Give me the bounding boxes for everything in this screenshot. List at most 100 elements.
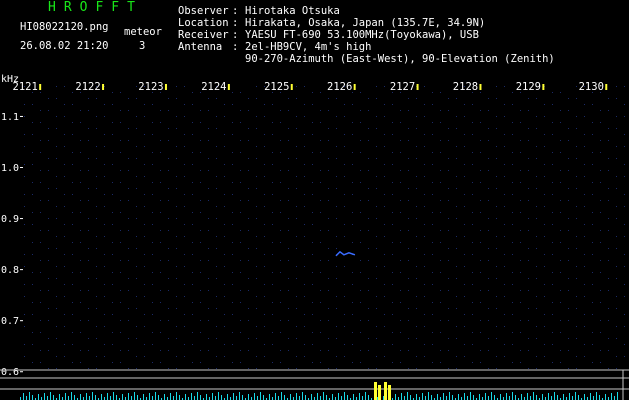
noise-spike <box>32 395 33 400</box>
noise-dot <box>448 110 449 111</box>
noise-dot <box>552 362 553 363</box>
noise-spike <box>173 396 174 400</box>
noise-dot <box>56 326 57 327</box>
noise-dot <box>584 206 585 207</box>
noise-dot <box>408 158 409 159</box>
noise-dot <box>264 236 265 237</box>
noise-dot <box>144 344 145 345</box>
noise-dot <box>144 254 145 255</box>
noise-dot <box>384 344 385 345</box>
noise-dot <box>608 200 609 201</box>
noise-dot <box>544 134 545 135</box>
noise-dot <box>184 176 185 177</box>
noise-spike <box>191 393 192 400</box>
noise-dot <box>536 326 537 327</box>
noise-dot <box>552 194 553 195</box>
noise-dot <box>496 188 497 189</box>
noise-dot <box>72 122 73 123</box>
noise-dot <box>504 254 505 255</box>
noise-spike <box>128 393 129 400</box>
noise-spike <box>383 396 384 400</box>
noise-dot <box>168 128 169 129</box>
noise-dot <box>88 308 89 309</box>
y-tick-mark <box>20 371 23 373</box>
noise-dot <box>288 98 289 99</box>
x-tick-mark <box>39 84 42 90</box>
noise-dot <box>608 158 609 159</box>
noise-dot <box>248 140 249 141</box>
noise-dot <box>624 206 625 207</box>
noise-dot <box>408 200 409 201</box>
noise-dot <box>536 128 537 129</box>
noise-dot <box>168 188 169 189</box>
noise-dot <box>504 164 505 165</box>
noise-spike <box>473 395 474 400</box>
noise-dot <box>448 230 449 231</box>
noise-dot <box>152 284 153 285</box>
noise-dot <box>168 248 169 249</box>
noise-dot <box>480 140 481 141</box>
noise-dot <box>128 350 129 351</box>
noise-dot <box>304 326 305 327</box>
noise-dot <box>616 326 617 327</box>
noise-dot <box>592 122 593 123</box>
noise-dot <box>376 86 377 87</box>
noise-dot <box>624 296 625 297</box>
noise-dot <box>288 218 289 219</box>
noise-dot <box>360 230 361 231</box>
noise-dot <box>256 338 257 339</box>
noise-dot <box>160 302 161 303</box>
noise-spike <box>347 395 348 400</box>
noise-dot <box>64 236 65 237</box>
noise-dot <box>272 122 273 123</box>
noise-dot <box>480 350 481 351</box>
noise-dot <box>464 206 465 207</box>
noise-dot <box>616 158 617 159</box>
noise-dot <box>96 236 97 237</box>
noise-dot <box>120 302 121 303</box>
noise-dot <box>368 218 369 219</box>
noise-dot <box>520 302 521 303</box>
noise-dot <box>328 98 329 99</box>
noise-dot <box>168 368 169 369</box>
noise-dot <box>440 290 441 291</box>
noise-dot <box>408 260 409 261</box>
noise-dot <box>96 308 97 309</box>
noise-dot <box>208 98 209 99</box>
y-tick-mark <box>20 167 23 169</box>
noise-dot <box>576 338 577 339</box>
noise-spike <box>584 394 585 400</box>
noise-dot <box>192 272 193 273</box>
noise-dot <box>600 122 601 123</box>
noise-dot <box>72 104 73 105</box>
noise-dot <box>336 368 337 369</box>
noise-dot <box>304 314 305 315</box>
noise-dot <box>240 92 241 93</box>
noise-dot <box>472 134 473 135</box>
noise-dot <box>152 134 153 135</box>
noise-dot <box>592 302 593 303</box>
noise-dot <box>424 104 425 105</box>
noise-dot <box>560 212 561 213</box>
noise-dot <box>488 158 489 159</box>
noise-dot <box>432 284 433 285</box>
noise-spike <box>368 395 369 400</box>
noise-dot <box>400 152 401 153</box>
noise-dot <box>392 314 393 315</box>
noise-dot <box>408 368 409 369</box>
noise-spike <box>404 396 405 400</box>
noise-dot <box>216 218 217 219</box>
noise-dot <box>88 338 89 339</box>
noise-dot <box>248 98 249 99</box>
noise-dot <box>512 254 513 255</box>
noise-dot <box>248 290 249 291</box>
noise-dot <box>464 104 465 105</box>
noise-dot <box>96 116 97 117</box>
noise-dot <box>624 86 625 87</box>
noise-dot <box>280 302 281 303</box>
noise-dot <box>288 128 289 129</box>
noise-dot <box>264 104 265 105</box>
noise-dot <box>184 116 185 117</box>
noise-spike <box>533 392 534 400</box>
noise-dot <box>128 188 129 189</box>
